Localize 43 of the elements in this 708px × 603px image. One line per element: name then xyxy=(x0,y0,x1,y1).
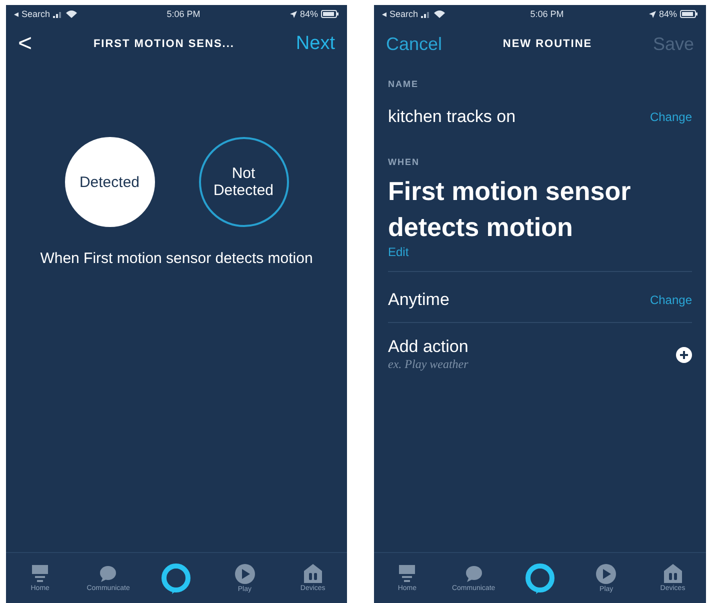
alexa-ring-icon[interactable] xyxy=(160,562,192,594)
wifi-icon xyxy=(66,10,78,18)
edit-link[interactable]: Edit xyxy=(388,245,409,259)
battery-percent: 84% xyxy=(658,9,677,19)
plus-icon[interactable] xyxy=(676,346,692,362)
signal-icon xyxy=(53,10,64,18)
play-icon[interactable] xyxy=(234,564,255,584)
option-circle[interactable]: Detected xyxy=(64,137,154,227)
wifi-icon xyxy=(434,10,446,18)
house-icon[interactable] xyxy=(304,564,322,583)
back-button[interactable]: < xyxy=(18,30,32,58)
status-time: 5:06 PM xyxy=(530,9,564,19)
screen-title: NEW ROUTINE xyxy=(502,38,592,50)
speech-bubble-icon[interactable] xyxy=(99,564,118,582)
section-label: NAME xyxy=(388,79,420,89)
change-link[interactable]: Change xyxy=(650,110,692,124)
battery-icon xyxy=(320,10,339,18)
screen-title: FIRST MOTION SENS... xyxy=(93,38,234,50)
battery-icon xyxy=(680,10,698,18)
speech-bubble-icon[interactable] xyxy=(464,564,483,582)
trigger-description: When First motion sensor detects motion xyxy=(39,249,314,269)
play-icon[interactable] xyxy=(596,564,616,584)
alexa-ring-icon[interactable] xyxy=(524,562,556,594)
section-label: WHEN xyxy=(388,157,420,167)
back-link[interactable]: ◂ Search xyxy=(382,9,418,19)
cancel-button[interactable]: Cancel xyxy=(386,34,442,54)
trigger-text: First motion sensor detects motion xyxy=(388,175,632,244)
home-icon[interactable] xyxy=(398,564,416,582)
next-button[interactable]: Next xyxy=(296,33,335,55)
battery-percent: 84% xyxy=(300,9,318,19)
back-link[interactable]: ◂ Search xyxy=(14,9,50,19)
house-icon[interactable] xyxy=(664,564,682,583)
signal-icon xyxy=(421,10,432,18)
location-icon xyxy=(290,10,297,18)
home-icon[interactable] xyxy=(31,564,50,582)
add-action-label: Add action xyxy=(388,337,468,357)
option-circle[interactable]: Not Detected xyxy=(198,137,288,227)
routine-name: kitchen tracks on xyxy=(388,107,516,127)
hint-text: ex. Play weather xyxy=(388,357,468,372)
status-time: 5:06 PM xyxy=(166,9,200,19)
change-link[interactable]: Change xyxy=(650,293,692,307)
schedule-text: Anytime xyxy=(388,290,450,310)
location-icon xyxy=(648,10,656,18)
